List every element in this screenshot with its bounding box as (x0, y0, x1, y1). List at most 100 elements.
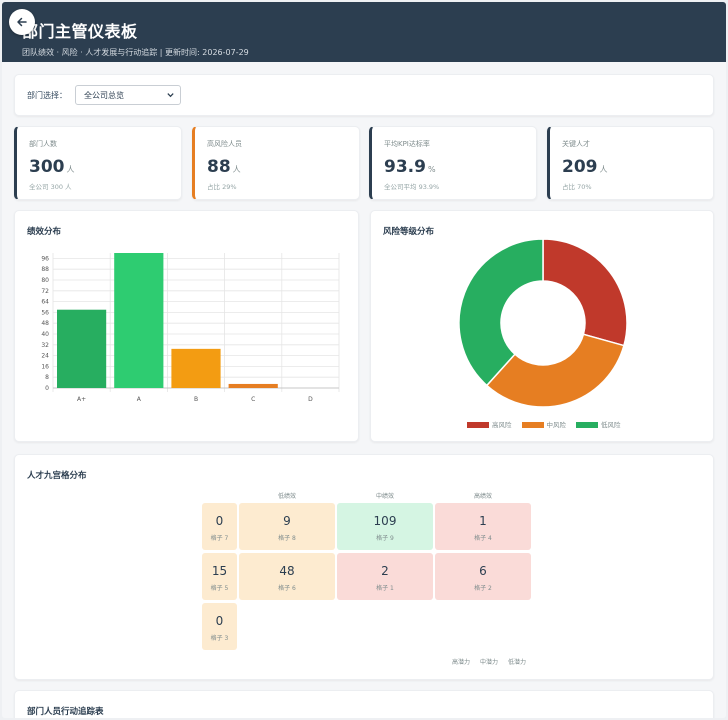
nine-box-cell[interactable]: 6 格子 2 (435, 553, 531, 600)
nine-box-cell[interactable]: 48 格子 6 (239, 553, 335, 600)
kpi-title: 平均KPI达标率 (384, 140, 430, 148)
bar[interactable] (228, 383, 278, 388)
x-tick-label: A+ (77, 396, 86, 403)
col-header-mid-perf: 中绩效 (375, 493, 394, 500)
performance-bar-chart: 0 8 16 24 32 40 48 56 64 72 80 88 96 A+ A B C D (41, 253, 340, 403)
performance-card: 绩效分布 0 8 16 24 32 40 48 56 64 72 80 88 96 A+ A B C D (14, 210, 359, 442)
cell-label: 格子 1 (376, 585, 394, 592)
bar[interactable] (57, 309, 107, 388)
kpi-unit: 人 (232, 165, 241, 174)
cell-count: 2 (381, 564, 389, 578)
kpi-note: 占比 29% (207, 183, 237, 191)
cell-count: 0 (215, 514, 224, 528)
kpi-note: 占比 70% (562, 183, 592, 191)
nine-box-cell[interactable]: 0 格子 3 (202, 603, 237, 650)
page-subtitle: 团队绩效 · 风险 · 人才发展与行动追踪 | 更新时间: 2026-07-29 (22, 48, 249, 57)
row-footer-mid-potential: 中潜力 (479, 659, 498, 666)
y-tick-label: 56 (41, 309, 49, 316)
department-filter-card: 部门选择： 全公司总览 (14, 74, 714, 116)
department-filter-label: 部门选择： (27, 90, 67, 100)
action-tracking-card: 部门人员行动追踪表 (14, 690, 714, 718)
kpi-unit: % (427, 165, 436, 174)
nine-box-cell[interactable]: 2 格子 1 (337, 553, 433, 600)
arrow-left-icon (17, 17, 27, 27)
nine-box-cell[interactable]: 0 格子 7 (202, 503, 237, 550)
kpi-card-high-risk: 高风险人员 88 人 占比 29% (192, 126, 360, 200)
col-header-high-perf: 高绩效 (473, 493, 492, 500)
risk-donut-chart (458, 239, 628, 408)
kpi-card-key-talent: 关键人才 209 人 占比 70% (547, 126, 714, 200)
kpi-title: 高风险人员 (207, 140, 242, 148)
kpi-title: 部门人数 (29, 140, 57, 148)
legend-label: 中风险 (546, 421, 567, 429)
bar[interactable] (114, 253, 164, 388)
risk-card: 风险等级分布 高风险 中风险 低风险 (370, 210, 714, 442)
cell-label: 格子 6 (278, 585, 296, 592)
x-tick-label: C (251, 396, 255, 403)
y-tick-label: 24 (41, 353, 49, 360)
cell-count: 6 (479, 564, 487, 578)
cell-label: 格子 3 (210, 635, 229, 642)
page-header: 部门主管仪表板 团队绩效 · 风险 · 人才发展与行动追踪 | 更新时间: 20… (2, 2, 726, 62)
y-tick-label: 40 (41, 331, 49, 338)
cell-count: 15 (211, 564, 228, 578)
kpi-value: 88 (207, 157, 231, 177)
legend-item-mid[interactable]: 中风险 (521, 419, 567, 429)
y-tick-label: 48 (41, 320, 49, 327)
cell-label: 格子 8 (278, 535, 296, 542)
cell-label: 格子 5 (210, 585, 229, 592)
kpi-value: 209 (562, 157, 598, 177)
cell-count: 0 (215, 614, 224, 628)
action-tracking-title: 部门人员行动追踪表 (27, 707, 104, 717)
back-button[interactable] (9, 9, 35, 35)
nine-box-cell[interactable]: 9 格子 8 (239, 503, 335, 550)
cell-label: 格子 9 (376, 535, 394, 542)
risk-legend: 高风险 中风险 低风险 (467, 419, 621, 429)
nine-box-card: 人才九宫格分布 低绩效 中绩效 高绩效 0 格子 7 9 格子 8 109 格子 9 … (14, 454, 714, 680)
nine-box-cell[interactable]: 1 格子 4 (435, 503, 531, 550)
kpi-value: 93.9 (384, 157, 426, 177)
y-tick-label: 16 (41, 363, 49, 370)
risk-title: 风险等级分布 (383, 227, 435, 237)
y-tick-label: 72 (41, 288, 49, 295)
kpi-note: 全公司 300 人 (29, 183, 72, 191)
kpi-card-headcount: 部门人数 300 人 全公司 300 人 (14, 126, 182, 200)
donut-slice[interactable] (542, 239, 628, 347)
performance-title: 绩效分布 (27, 227, 62, 237)
y-tick-label: 96 (41, 255, 49, 262)
y-tick-label: 88 (41, 266, 49, 273)
kpi-value: 300 (29, 157, 65, 177)
kpi-note: 全公司平均 93.9% (384, 183, 440, 191)
kpi-card-kpi-rate: 平均KPI达标率 93.9% 全公司平均 93.9% (369, 126, 537, 200)
y-tick-label: 80 (41, 277, 49, 284)
cell-count: 48 (279, 564, 295, 578)
legend-label: 高风险 (492, 421, 512, 429)
x-tick-label: D (308, 396, 313, 403)
legend-item-low[interactable]: 低风险 (576, 419, 621, 429)
cell-count: 9 (283, 514, 291, 528)
x-tick-label: A (137, 396, 142, 403)
y-tick-label: 64 (41, 299, 49, 306)
legend-label: 低风险 (601, 421, 621, 429)
row-footer-low-potential: 低潜力 (507, 659, 526, 666)
department-select[interactable]: 全公司总览 (75, 85, 181, 105)
page-title: 部门主管仪表板 (22, 22, 138, 41)
y-tick-label: 0 (45, 385, 49, 392)
nine-box-title: 人才九宫格分布 (27, 471, 87, 481)
bar[interactable] (171, 348, 221, 388)
dashboard-frame: 部门主管仪表板 团队绩效 · 风险 · 人才发展与行动追踪 | 更新时间: 20… (2, 2, 726, 718)
nine-box-cell[interactable]: 15 格子 5 (202, 553, 237, 600)
kpi-unit: 人 (599, 165, 608, 174)
y-tick-label: 32 (41, 342, 49, 349)
nine-box-cell[interactable]: 109 格子 9 (337, 503, 433, 550)
chevron-down-icon (167, 93, 174, 98)
department-select-value: 全公司总览 (84, 90, 124, 100)
y-tick-label: 8 (45, 374, 49, 381)
row-footer-high-potential: 高潜力 (451, 659, 470, 666)
cell-label: 格子 4 (474, 535, 492, 542)
cell-count: 1 (479, 514, 487, 528)
legend-item-high[interactable]: 高风险 (467, 419, 512, 429)
x-tick-label: B (194, 396, 198, 403)
col-header-low-perf: 低绩效 (277, 493, 296, 500)
cell-label: 格子 2 (474, 585, 492, 592)
